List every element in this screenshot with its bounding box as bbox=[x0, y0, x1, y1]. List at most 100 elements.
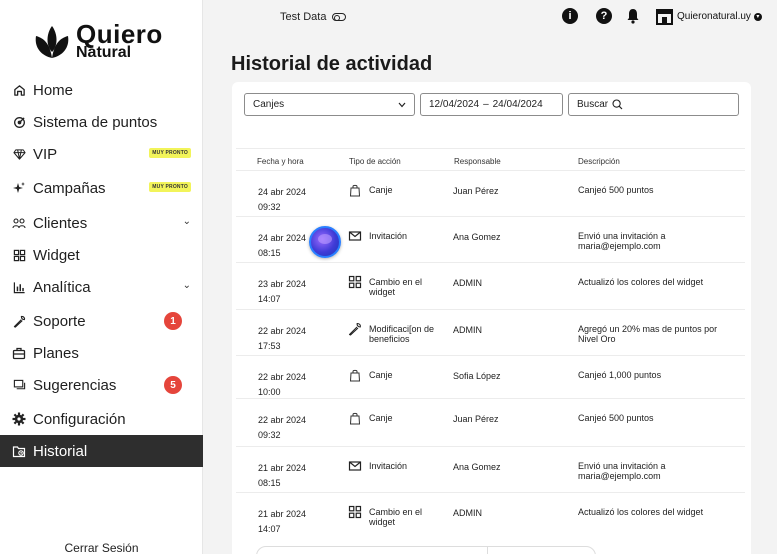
row-description: Envió una invitación a maria@ejemplo.com bbox=[578, 231, 666, 251]
bag-icon bbox=[349, 369, 361, 382]
sidebar-item-widget[interactable]: Widget bbox=[0, 239, 203, 271]
row-date: 22 abr 2024 bbox=[258, 326, 307, 336]
pagination-bar[interactable] bbox=[256, 546, 596, 554]
table-row[interactable]: 21 abr 2024 08:15 Invitación Ana Gomez En… bbox=[236, 446, 745, 492]
bag-icon bbox=[349, 184, 361, 197]
header-date[interactable]: Fecha y hora bbox=[257, 157, 304, 166]
test-data-toggle[interactable]: Test Data bbox=[280, 11, 347, 23]
date-start: 12/04/2024 bbox=[429, 99, 480, 110]
search-icon bbox=[612, 99, 623, 110]
floating-assistant-avatar[interactable] bbox=[309, 226, 341, 258]
chevron-down-icon[interactable]: ⌄ bbox=[183, 280, 191, 291]
toggle-icon[interactable] bbox=[332, 13, 347, 21]
page-title: Historial de actividad bbox=[231, 53, 433, 75]
action-type-select[interactable]: Canjes bbox=[244, 93, 415, 116]
store-name: Quieronatural.uy bbox=[677, 11, 751, 22]
date-range-input[interactable]: 12/04/2024 – 24/04/2024 bbox=[420, 93, 563, 116]
row-responsible: Juan Pérez bbox=[453, 414, 499, 424]
row-time: 14:07 bbox=[258, 524, 281, 534]
row-description: Actualizó los colores del widget bbox=[578, 507, 704, 517]
table-row[interactable]: 22 abr 2024 17:53 Modificaci[on de benefi… bbox=[236, 309, 745, 355]
bar-chart-icon bbox=[12, 280, 26, 294]
grid-icon bbox=[348, 275, 362, 289]
sidebar-item-label: VIP bbox=[33, 145, 58, 163]
sidebar-item-label: Home bbox=[33, 81, 74, 99]
row-datetime: 23 abr 2024 14:07 bbox=[258, 277, 318, 307]
store-icon bbox=[655, 8, 674, 25]
row-date: 21 abr 2024 bbox=[258, 509, 307, 519]
header-responsible[interactable]: Responsable bbox=[454, 157, 501, 166]
notification-count-badge: 5 bbox=[164, 376, 182, 394]
row-time: 08:15 bbox=[258, 478, 281, 488]
sidebar-item-history[interactable]: Historial bbox=[0, 435, 203, 467]
row-responsible: ADMIN bbox=[453, 278, 482, 288]
chevron-down-icon[interactable]: ⌄ bbox=[183, 216, 191, 227]
header-description[interactable]: Descripción bbox=[578, 157, 620, 166]
row-action-type: Cambio en el widget bbox=[369, 277, 423, 297]
row-time: 09:32 bbox=[258, 202, 281, 212]
store-selector[interactable]: Quieronatural.uy ▾ bbox=[655, 8, 762, 25]
row-date: 22 abr 2024 bbox=[258, 415, 307, 425]
row-date: 23 abr 2024 bbox=[258, 279, 307, 289]
sidebar-item-label: Analítica bbox=[33, 278, 91, 296]
sidebar-item-analytics[interactable]: Analítica ⌄ bbox=[0, 271, 203, 303]
date-end: 24/04/2024 bbox=[492, 99, 543, 110]
pagination-divider bbox=[487, 547, 488, 554]
sidebar-item-suggestions[interactable]: Sugerencias 5 bbox=[0, 369, 203, 401]
row-responsible: Ana Gomez bbox=[453, 232, 501, 242]
sidebar-item-settings[interactable]: Configuración bbox=[0, 403, 203, 435]
users-icon bbox=[12, 216, 26, 230]
logout-link[interactable]: Cerrar Sesión bbox=[0, 541, 203, 554]
sidebar-item-label: Sugerencias bbox=[33, 376, 117, 394]
row-description: Canjeó 1,000 puntos bbox=[578, 370, 662, 380]
sidebar-item-vip[interactable]: VIP MUY PRONTO bbox=[0, 138, 203, 170]
diamond-icon bbox=[12, 147, 26, 161]
chevron-down-icon[interactable]: ▾ bbox=[753, 12, 762, 21]
briefcase-icon bbox=[12, 346, 26, 360]
sparkle-icon bbox=[12, 181, 26, 195]
sidebar-item-label: Clientes bbox=[33, 214, 88, 232]
gear-icon bbox=[12, 412, 26, 426]
row-description: Actualizó los colores del widget bbox=[578, 277, 704, 287]
row-action-type: Canje bbox=[369, 185, 393, 195]
sidebar-item-support[interactable]: Soporte 1 bbox=[0, 305, 203, 337]
search-input[interactable]: Buscar bbox=[568, 93, 739, 116]
brand-logo[interactable]: Quiero Natural bbox=[32, 20, 182, 64]
sidebar-item-clients[interactable]: Clientes ⌄ bbox=[0, 207, 203, 239]
info-icon[interactable]: i bbox=[562, 8, 578, 24]
table-row[interactable]: 22 abr 2024 10:00 Canje Sofia López Canje… bbox=[236, 355, 745, 401]
row-datetime: 24 abr 2024 09:32 bbox=[258, 185, 318, 215]
sidebar-item-campaigns[interactable]: Campañas MUY PRONTO bbox=[0, 172, 203, 204]
table-row[interactable]: 24 abr 2024 09:32 Canje Juan Pérez Canjeó… bbox=[236, 170, 745, 216]
bell-icon[interactable] bbox=[626, 8, 640, 24]
row-date: 21 abr 2024 bbox=[258, 463, 307, 473]
row-action-type: Canje bbox=[369, 370, 393, 380]
table-row[interactable]: 21 abr 2024 14:07 Cambio en el widget ADM… bbox=[236, 492, 745, 538]
sidebar-item-label: Configuración bbox=[33, 410, 126, 428]
row-date: 24 abr 2024 bbox=[258, 187, 307, 197]
row-description: Canjeó 500 puntos bbox=[578, 185, 654, 195]
date-separator: – bbox=[483, 99, 489, 110]
home-icon bbox=[12, 83, 26, 97]
points-icon bbox=[12, 115, 26, 129]
row-time: 09:32 bbox=[258, 430, 281, 440]
help-icon[interactable]: ? bbox=[596, 8, 612, 24]
sidebar-item-label: Sistema de puntos bbox=[33, 113, 158, 131]
row-description: Canjeó 500 puntos bbox=[578, 413, 654, 423]
row-time: 14:07 bbox=[258, 294, 281, 304]
leaf-logo-icon bbox=[35, 26, 69, 58]
row-time: 17:53 bbox=[258, 341, 281, 351]
sidebar-item-label: Soporte bbox=[33, 312, 86, 330]
mail-icon bbox=[348, 231, 362, 241]
header-action-type[interactable]: Tipo de acción bbox=[349, 157, 401, 166]
table-row[interactable]: 23 abr 2024 14:07 Cambio en el widget ADM… bbox=[236, 262, 745, 308]
grid-icon bbox=[348, 505, 362, 519]
row-time: 08:15 bbox=[258, 248, 281, 258]
sidebar-item-home[interactable]: Home bbox=[0, 74, 203, 106]
sidebar-item-plans[interactable]: Planes bbox=[0, 337, 203, 369]
table-row[interactable]: 22 abr 2024 09:32 Canje Juan Pérez Canjeó… bbox=[236, 398, 745, 444]
sidebar-item-points[interactable]: Sistema de puntos bbox=[0, 106, 203, 138]
row-action-type: Canje bbox=[369, 413, 393, 423]
wrench-icon bbox=[12, 314, 26, 328]
row-responsible: Juan Pérez bbox=[453, 186, 499, 196]
